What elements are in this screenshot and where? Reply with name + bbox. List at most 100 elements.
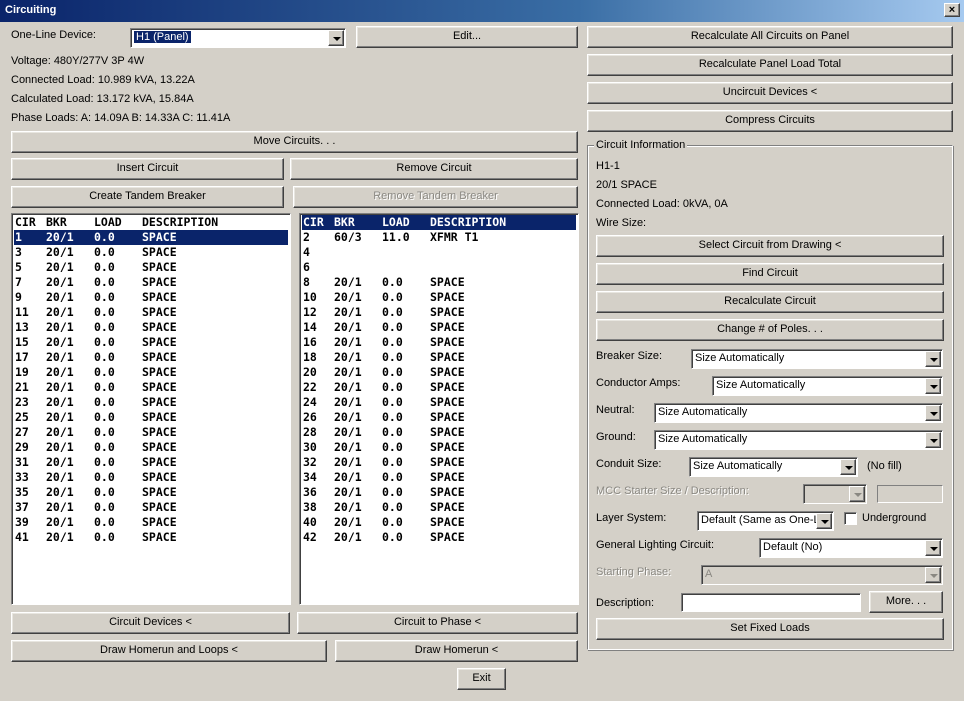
list-item[interactable]: 28 20/1 0.0 SPACE — [302, 425, 576, 440]
draw-homerun-button[interactable]: Draw Homerun < — [335, 640, 578, 662]
no-fill-text: (No fill) — [867, 460, 902, 472]
list-item[interactable]: 4 — [302, 245, 576, 260]
breaker-size-select[interactable]: Size Automatically — [691, 349, 943, 369]
list-item[interactable]: 11 20/1 0.0 SPACE — [14, 305, 288, 320]
list-item[interactable]: 37 20/1 0.0 SPACE — [14, 500, 288, 515]
list-item[interactable]: 14 20/1 0.0 SPACE — [302, 320, 576, 335]
left-circuit-list[interactable]: CIR BKR LOAD DESCRIPTION 1 20/1 0.0 SPACE 3 2… — [11, 213, 291, 605]
find-circuit-button[interactable]: Find Circuit — [596, 263, 944, 285]
chevron-down-icon[interactable] — [840, 459, 856, 475]
list-item[interactable]: 29 20/1 0.0 SPACE — [14, 440, 288, 455]
list-item[interactable]: 20 20/1 0.0 SPACE — [302, 365, 576, 380]
list-item[interactable]: 26 20/1 0.0 SPACE — [302, 410, 576, 425]
change-poles-button[interactable]: Change # of Poles. . . — [596, 319, 944, 341]
remove-tandem-breaker-button[interactable]: Remove Tandem Breaker — [293, 186, 578, 208]
edit-button[interactable]: Edit... — [356, 26, 578, 48]
underground-checkbox[interactable] — [844, 512, 857, 525]
list-item[interactable]: 16 20/1 0.0 SPACE — [302, 335, 576, 350]
cell-bkr: 20/1 — [46, 260, 74, 274]
mcc-starter-select[interactable] — [803, 484, 867, 504]
list-item[interactable]: 17 20/1 0.0 SPACE — [14, 350, 288, 365]
list-item[interactable]: 7 20/1 0.0 SPACE — [14, 275, 288, 290]
create-tandem-breaker-button[interactable]: Create Tandem Breaker — [11, 186, 284, 208]
list-item[interactable]: 39 20/1 0.0 SPACE — [14, 515, 288, 530]
list-item[interactable]: 42 20/1 0.0 SPACE — [302, 530, 576, 545]
list-item[interactable]: 10 20/1 0.0 SPACE — [302, 290, 576, 305]
chevron-down-icon[interactable] — [925, 432, 941, 448]
starting-phase-select[interactable]: A — [701, 565, 943, 585]
ground-select[interactable]: Size Automatically — [654, 430, 943, 450]
uncircuit-devices-button[interactable]: Uncircuit Devices < — [587, 82, 953, 104]
cell-cir: 17 — [15, 350, 29, 364]
list-item[interactable]: 38 20/1 0.0 SPACE — [302, 500, 576, 515]
compress-circuits-button[interactable]: Compress Circuits — [587, 110, 953, 132]
list-item[interactable]: 22 20/1 0.0 SPACE — [302, 380, 576, 395]
chevron-down-icon[interactable] — [925, 540, 941, 556]
right-list-header: CIR BKR LOAD DESCRIPTION — [302, 215, 576, 230]
list-item[interactable]: 5 20/1 0.0 SPACE — [14, 260, 288, 275]
cell-cir: 42 — [303, 530, 317, 544]
list-item[interactable]: 30 20/1 0.0 SPACE — [302, 440, 576, 455]
layer-system-select[interactable]: Default (Same as One-Li — [697, 511, 834, 531]
list-item[interactable]: 40 20/1 0.0 SPACE — [302, 515, 576, 530]
list-item[interactable]: 34 20/1 0.0 SPACE — [302, 470, 576, 485]
right-circuit-list[interactable]: CIR BKR LOAD DESCRIPTION 2 60/3 11.0 XFMR T… — [299, 213, 579, 605]
insert-circuit-button[interactable]: Insert Circuit — [11, 158, 284, 180]
chevron-down-icon[interactable] — [328, 30, 344, 46]
more-button[interactable]: More. . . — [869, 591, 943, 613]
list-item[interactable]: 18 20/1 0.0 SPACE — [302, 350, 576, 365]
chevron-down-icon[interactable] — [925, 351, 941, 367]
list-item[interactable]: 15 20/1 0.0 SPACE — [14, 335, 288, 350]
list-item[interactable]: 33 20/1 0.0 SPACE — [14, 470, 288, 485]
neutral-select[interactable]: Size Automatically — [654, 403, 943, 423]
list-item[interactable]: 3 20/1 0.0 SPACE — [14, 245, 288, 260]
move-circuits-button[interactable]: Move Circuits. . . — [11, 131, 578, 153]
recalculate-circuit-button[interactable]: Recalculate Circuit — [596, 291, 944, 313]
list-item[interactable]: 6 — [302, 260, 576, 275]
mcc-description-field[interactable] — [877, 485, 943, 503]
list-item[interactable]: 21 20/1 0.0 SPACE — [14, 380, 288, 395]
draw-homerun-and-loops-button[interactable]: Draw Homerun and Loops < — [11, 640, 327, 662]
chevron-down-icon[interactable] — [816, 513, 832, 529]
list-item[interactable]: 23 20/1 0.0 SPACE — [14, 395, 288, 410]
set-fixed-loads-button[interactable]: Set Fixed Loads — [596, 618, 944, 640]
list-item[interactable]: 19 20/1 0.0 SPACE — [14, 365, 288, 380]
list-item[interactable]: 31 20/1 0.0 SPACE — [14, 455, 288, 470]
recalculate-panel-total-button[interactable]: Recalculate Panel Load Total — [587, 54, 953, 76]
cell-cir: 31 — [15, 455, 29, 469]
list-item[interactable]: 12 20/1 0.0 SPACE — [302, 305, 576, 320]
list-item[interactable]: 41 20/1 0.0 SPACE — [14, 530, 288, 545]
conductor-amps-select[interactable]: Size Automatically — [712, 376, 943, 396]
list-item[interactable]: 27 20/1 0.0 SPACE — [14, 425, 288, 440]
cell-bkr: 20/1 — [46, 530, 74, 544]
cell-description: SPACE — [142, 500, 177, 514]
cell-description: SPACE — [430, 530, 465, 544]
cell-cir: 33 — [15, 470, 29, 484]
list-item[interactable]: 25 20/1 0.0 SPACE — [14, 410, 288, 425]
device-select[interactable]: H1 (Panel) — [130, 28, 346, 48]
list-item[interactable]: 13 20/1 0.0 SPACE — [14, 320, 288, 335]
remove-circuit-button[interactable]: Remove Circuit — [290, 158, 578, 180]
list-item[interactable]: 36 20/1 0.0 SPACE — [302, 485, 576, 500]
exit-button[interactable]: Exit — [457, 668, 506, 690]
list-item[interactable]: 32 20/1 0.0 SPACE — [302, 455, 576, 470]
list-item[interactable]: 24 20/1 0.0 SPACE — [302, 395, 576, 410]
list-item[interactable]: 35 20/1 0.0 SPACE — [14, 485, 288, 500]
list-item[interactable]: 8 20/1 0.0 SPACE — [302, 275, 576, 290]
list-item[interactable]: 1 20/1 0.0 SPACE — [14, 230, 288, 245]
chevron-down-icon[interactable] — [925, 378, 941, 394]
chevron-down-icon[interactable] — [925, 405, 941, 421]
circuit-to-phase-button[interactable]: Circuit to Phase < — [297, 612, 578, 634]
chevron-down-icon[interactable] — [925, 567, 941, 583]
chevron-down-icon[interactable] — [849, 486, 865, 502]
general-lighting-select[interactable]: Default (No) — [759, 538, 943, 558]
conduit-size-select[interactable]: Size Automatically — [689, 457, 858, 477]
general-lighting-label: General Lighting Circuit: — [596, 539, 715, 551]
close-button[interactable]: × — [944, 3, 960, 17]
select-circuit-from-drawing-button[interactable]: Select Circuit from Drawing < — [596, 235, 944, 257]
circuit-devices-button[interactable]: Circuit Devices < — [11, 612, 290, 634]
list-item[interactable]: 2 60/3 11.0 XFMR T1 — [302, 230, 576, 245]
description-input[interactable] — [681, 593, 861, 612]
recalculate-all-circuits-button[interactable]: Recalculate All Circuits on Panel — [587, 26, 953, 48]
list-item[interactable]: 9 20/1 0.0 SPACE — [14, 290, 288, 305]
